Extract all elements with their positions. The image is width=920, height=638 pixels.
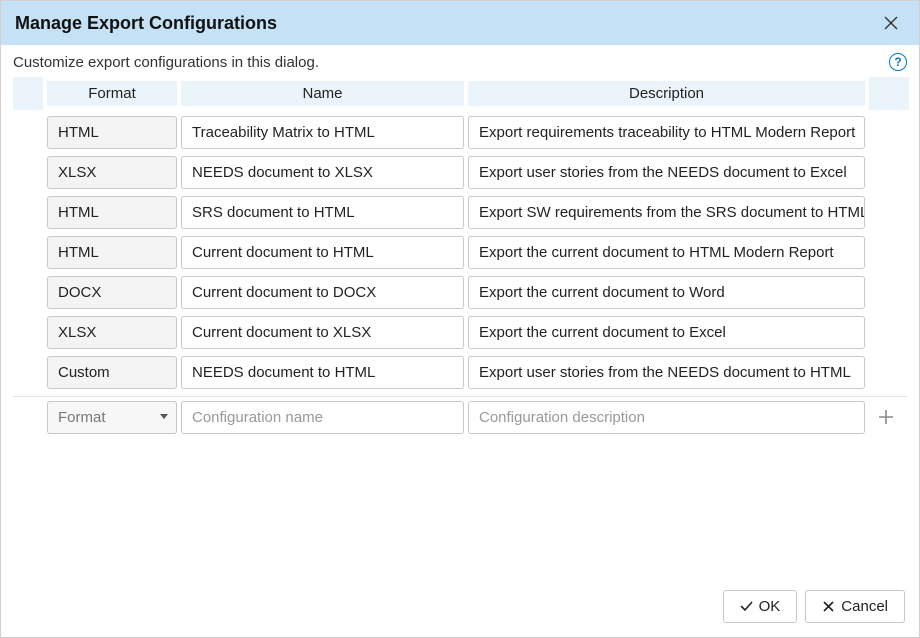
plus-icon: [878, 409, 894, 425]
row-drag-handle[interactable]: [13, 236, 43, 269]
row-name-cell[interactable]: Traceability Matrix to HTML: [181, 116, 464, 149]
row-description-cell[interactable]: Export the current document to Excel: [468, 316, 865, 349]
format-select[interactable]: Format: [47, 401, 177, 434]
table-row[interactable]: XLSXCurrent document to XLSXExport the c…: [13, 314, 907, 350]
table-row[interactable]: DOCXCurrent document to DOCXExport the c…: [13, 274, 907, 310]
table-row[interactable]: CustomNEEDS document to HTMLExport user …: [13, 354, 907, 390]
row-name-cell[interactable]: Current document to HTML: [181, 236, 464, 269]
table-header-row: Format Name Description: [13, 77, 907, 110]
new-row-handle: [13, 401, 43, 434]
row-description-cell[interactable]: Export user stories from the NEEDS docum…: [468, 356, 865, 389]
header-name[interactable]: Name: [181, 81, 464, 106]
row-drag-handle[interactable]: [13, 316, 43, 349]
row-drag-handle[interactable]: [13, 196, 43, 229]
manage-export-configurations-dialog: Manage Export Configurations Customize e…: [0, 0, 920, 638]
row-format-cell[interactable]: Custom: [47, 356, 177, 389]
ok-button[interactable]: OK: [723, 590, 798, 623]
configuration-name-input[interactable]: [181, 401, 464, 434]
row-description-cell[interactable]: Export the current document to Word: [468, 276, 865, 309]
dialog-titlebar: Manage Export Configurations: [1, 1, 919, 45]
cancel-button[interactable]: Cancel: [805, 590, 905, 623]
row-format-cell[interactable]: XLSX: [47, 156, 177, 189]
dialog-subtitle: Customize export configurations in this …: [13, 54, 319, 71]
row-name-cell[interactable]: NEEDS document to HTML: [181, 356, 464, 389]
configuration-description-input[interactable]: [468, 401, 865, 434]
row-drag-handle[interactable]: [13, 356, 43, 389]
row-drag-handle[interactable]: [13, 276, 43, 309]
add-configuration-button[interactable]: [869, 401, 902, 434]
row-name-cell[interactable]: NEEDS document to XLSX: [181, 156, 464, 189]
row-format-cell[interactable]: XLSX: [47, 316, 177, 349]
row-description-cell[interactable]: Export requirements traceability to HTML…: [468, 116, 865, 149]
ok-button-label: OK: [759, 598, 781, 615]
help-icon[interactable]: ?: [889, 53, 907, 71]
close-icon[interactable]: [877, 9, 905, 37]
row-action-col: [869, 236, 907, 269]
dialog-subtitle-row: Customize export configurations in this …: [1, 45, 919, 77]
configurations-table: Format Name Description HTMLTraceability…: [1, 77, 919, 576]
header-handle-col: [13, 77, 43, 110]
table-row[interactable]: HTMLCurrent document to HTMLExport the c…: [13, 234, 907, 270]
table-row[interactable]: HTMLTraceability Matrix to HTMLExport re…: [13, 114, 907, 150]
check-icon: [740, 601, 753, 612]
row-description-cell[interactable]: Export user stories from the NEEDS docum…: [468, 156, 865, 189]
row-description-cell[interactable]: Export SW requirements from the SRS docu…: [468, 196, 865, 229]
row-action-col: [869, 116, 907, 149]
row-format-cell[interactable]: DOCX: [47, 276, 177, 309]
header-format[interactable]: Format: [47, 81, 177, 106]
row-action-col: [869, 156, 907, 189]
row-name-cell[interactable]: Current document to DOCX: [181, 276, 464, 309]
row-action-col: [869, 196, 907, 229]
row-description-cell[interactable]: Export the current document to HTML Mode…: [468, 236, 865, 269]
header-description[interactable]: Description: [468, 81, 865, 106]
table-row[interactable]: XLSXNEEDS document to XLSXExport user st…: [13, 154, 907, 190]
row-drag-handle[interactable]: [13, 116, 43, 149]
table-row[interactable]: HTMLSRS document to HTMLExport SW requir…: [13, 194, 907, 230]
row-action-col: [869, 356, 907, 389]
header-action-col: [869, 77, 909, 110]
chevron-down-icon: [160, 414, 168, 420]
cancel-button-label: Cancel: [841, 598, 888, 615]
row-action-col: [869, 316, 907, 349]
x-icon: [822, 601, 835, 612]
row-format-cell[interactable]: HTML: [47, 196, 177, 229]
row-format-cell[interactable]: HTML: [47, 116, 177, 149]
dialog-footer: OK Cancel: [1, 576, 919, 637]
table-body: HTMLTraceability Matrix to HTMLExport re…: [13, 114, 907, 394]
row-format-cell[interactable]: HTML: [47, 236, 177, 269]
row-action-col: [869, 276, 907, 309]
row-drag-handle[interactable]: [13, 156, 43, 189]
dialog-title: Manage Export Configurations: [15, 13, 277, 34]
row-name-cell[interactable]: Current document to XLSX: [181, 316, 464, 349]
new-configuration-row: Format: [13, 399, 907, 435]
format-select-placeholder: Format: [58, 409, 106, 426]
row-name-cell[interactable]: SRS document to HTML: [181, 196, 464, 229]
